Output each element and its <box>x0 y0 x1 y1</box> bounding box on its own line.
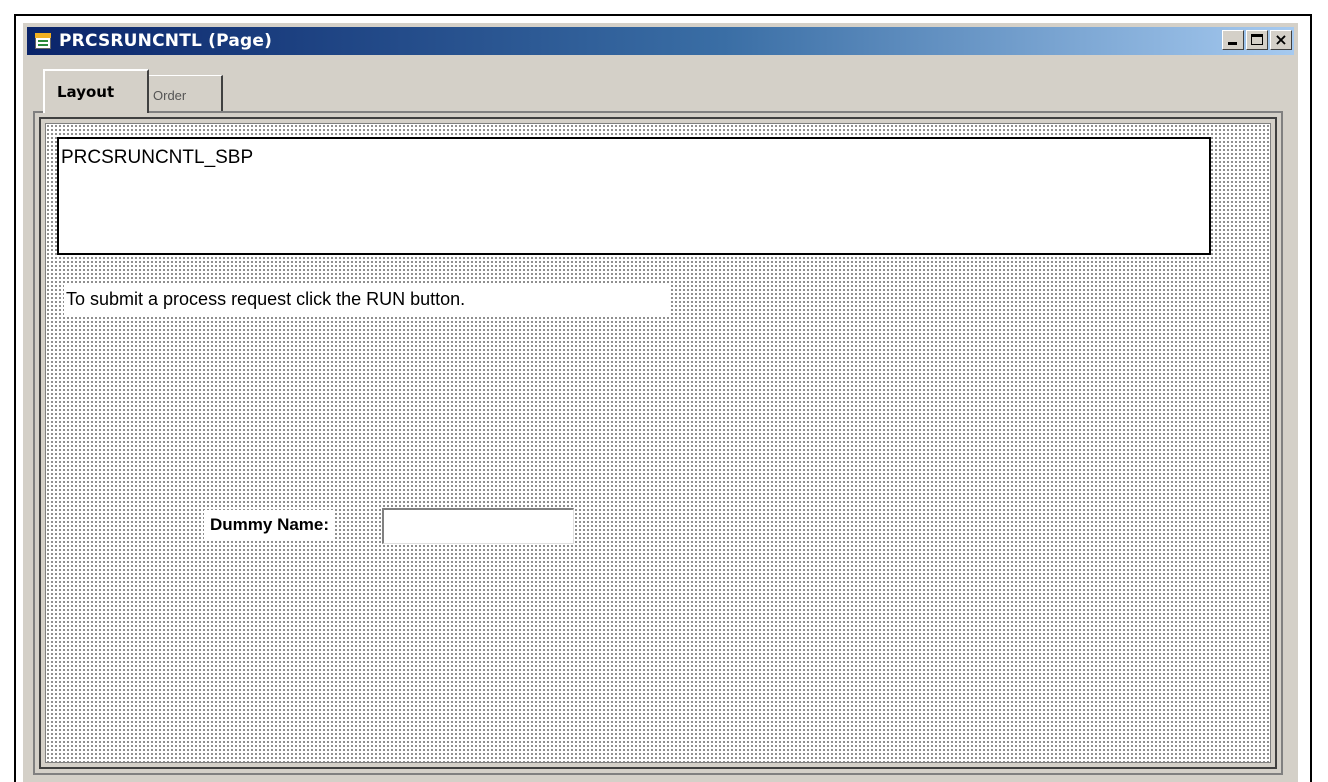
instruction-text[interactable]: To submit a process request click the RU… <box>64 283 670 315</box>
dummy-name-input[interactable] <box>382 508 574 544</box>
tab-layout-label: Layout <box>57 83 115 101</box>
close-button[interactable]: × <box>1270 30 1292 50</box>
subpage-label: PRCSRUNCNTL_SBP <box>61 147 254 168</box>
subpage-control[interactable]: PRCSRUNCNTL_SBP <box>57 137 1211 255</box>
tab-order[interactable]: Order <box>149 75 223 111</box>
tab-order-label: Order <box>153 88 187 103</box>
design-grid[interactable]: PRCSRUNCNTL_SBP To submit a process requ… <box>45 123 1271 763</box>
minimize-button[interactable] <box>1222 30 1244 50</box>
maximize-icon <box>1251 34 1263 45</box>
window-controls: × <box>1220 30 1292 50</box>
page-definition-icon <box>33 31 55 51</box>
layout-panel: PRCSRUNCNTL_SBP To submit a process requ… <box>33 111 1283 775</box>
close-icon: × <box>1274 30 1288 49</box>
layout-panel-inner: PRCSRUNCNTL_SBP To submit a process requ… <box>39 117 1277 769</box>
tab-layout[interactable]: Layout <box>43 69 149 113</box>
page-definition-window: PRCSRUNCNTL (Page) × Layout Order PRCSRU… <box>22 22 1298 782</box>
window-title: PRCSRUNCNTL (Page) <box>59 31 273 51</box>
dummy-name-label[interactable]: Dummy Name: <box>204 510 334 540</box>
title-bar[interactable]: PRCSRUNCNTL (Page) × <box>27 27 1294 55</box>
minimize-icon <box>1228 42 1237 45</box>
maximize-button[interactable] <box>1246 30 1268 50</box>
